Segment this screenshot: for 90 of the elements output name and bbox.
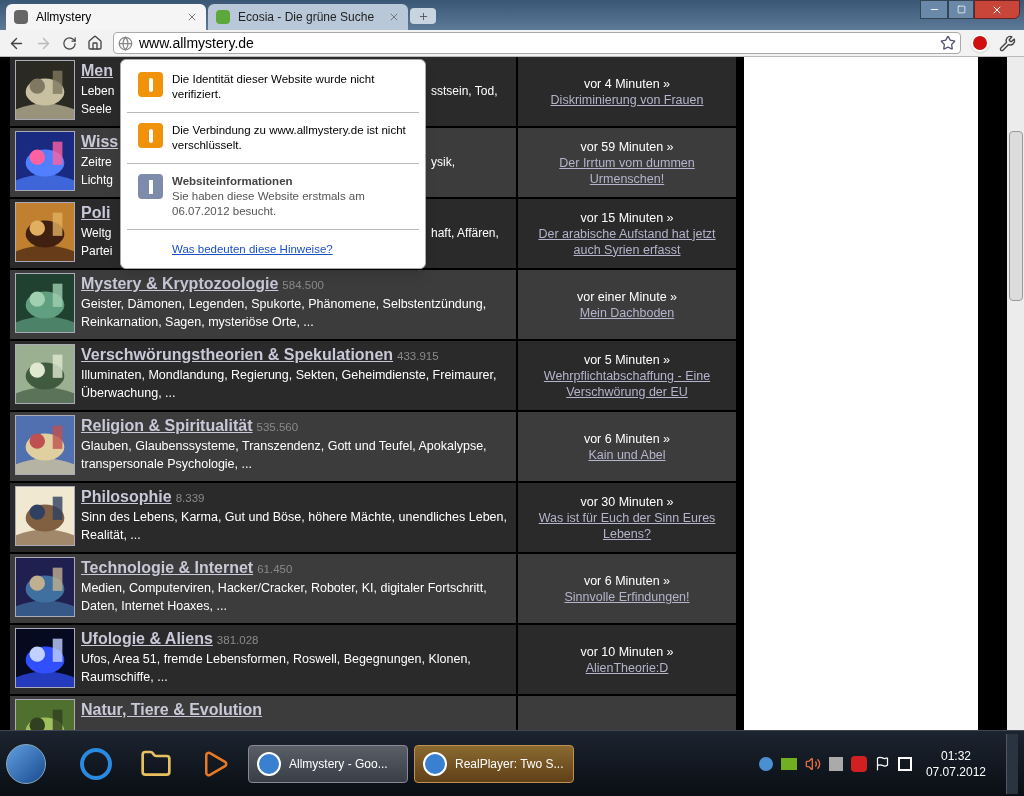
forum-title[interactable]: Philosophie (81, 486, 172, 508)
tab-favicon-icon (216, 10, 230, 24)
last-post-time: vor 30 Minuten » (580, 493, 674, 510)
last-post-time: vor 6 Minuten » (583, 572, 671, 589)
last-post-link[interactable]: Sinnvolle Erfindungen! (564, 588, 690, 605)
tray-icon[interactable] (850, 755, 867, 772)
forum-description: haft, Affären, (431, 225, 499, 242)
network-icon[interactable] (897, 756, 912, 771)
forum-description: Zeitre (81, 154, 113, 171)
last-post-time: vor 59 Minuten » (580, 138, 674, 155)
forum-title[interactable]: Mystery & Kryptozoologie (81, 273, 279, 295)
browser-tab[interactable]: Ecosia - Die grüne Suche (208, 4, 408, 30)
forum-title[interactable]: Wiss (81, 131, 119, 153)
new-tab-button[interactable] (410, 8, 436, 24)
scrollbar[interactable] (1007, 57, 1024, 730)
maximize-button[interactable] (948, 0, 974, 19)
warning-icon (138, 72, 163, 97)
post-count: 8.339 (175, 491, 205, 506)
reload-button[interactable] (62, 35, 77, 51)
forum-description: ysik, (431, 154, 455, 171)
popup-message: Die Verbindung zu www.allmystery.de ist nicht verschlüsselt. (172, 123, 407, 153)
forum-description: Lichtg (81, 172, 115, 189)
address-bar[interactable]: www.allmystery.de (113, 32, 961, 54)
forum-description: Weltg (81, 225, 113, 242)
post-count: 535.560 (256, 420, 299, 435)
forum-title[interactable]: Verschwörungstheorien & Spekulationen (81, 344, 394, 366)
forum-description: Partei (81, 243, 114, 260)
forum-description: Sinn des Lebens, Karma, Gut und Böse, höhere Mächte, unendliches Leben, Realität, ... (81, 509, 508, 544)
last-post-time: vor 15 Minuten » (580, 209, 674, 226)
forum-title[interactable]: Technologie & Internet (81, 557, 254, 579)
forum-title[interactable]: Ufologie & Aliens (81, 628, 213, 650)
tab-favicon-icon (14, 10, 28, 24)
minimize-button[interactable] (920, 0, 948, 19)
tray-icon[interactable] (780, 757, 797, 770)
last-post-link[interactable]: Der arabische Aufstand hat jetzt auch Syrien erfasst (526, 225, 728, 258)
last-post-time: vor einer Minute » (576, 288, 678, 305)
settings-icon[interactable] (999, 34, 1016, 52)
tray-icon[interactable] (828, 756, 843, 771)
tray-icon[interactable] (758, 756, 773, 771)
last-post-link[interactable]: AlienTheorie:D (585, 659, 669, 676)
last-post-link[interactable]: Kain und Abel (588, 446, 666, 463)
stop-sign-icon[interactable] (971, 34, 989, 52)
last-post-time: vor 5 Minuten » (583, 351, 671, 368)
home-button[interactable] (87, 35, 103, 51)
post-count: 584.500 (282, 278, 324, 293)
post-count: 61.450 (257, 562, 293, 577)
plus-icon (417, 10, 429, 22)
start-button[interactable] (6, 743, 46, 784)
post-count: 381.028 (216, 633, 259, 648)
clock-time: 01:32 (940, 747, 971, 764)
forum-description: Glauben, Glaubenssysteme, Transzendenz, Gott und Teufel, Apokalypse, transpersonale Psychologie, ... (81, 438, 488, 473)
maximize-icon (956, 5, 966, 14)
forum-description: Geister, Dämonen, Legenden, Spukorte, Phänomene, Selbstentzündung, Reinkarnation, Sagen, mysteriöse Orte, ... (81, 296, 488, 331)
volume-icon[interactable] (804, 755, 821, 772)
last-post-link[interactable]: Mein Dachboden (579, 304, 675, 321)
tab-title: Ecosia - Die grüne Suche (238, 9, 376, 26)
forum-title[interactable]: Men (81, 60, 113, 82)
warning-icon (138, 123, 163, 148)
clock-date: 07.07.2012 (925, 763, 986, 780)
info-title: Websiteinformationen (172, 174, 294, 189)
last-post-time: vor 4 Minuten » (583, 75, 671, 92)
forum-description: Illuminaten, Mondlandung, Regierung, Sekten, Geheimdienste, Freimaurer, Überwachung, ... (81, 367, 498, 402)
last-post-link[interactable]: Wehrpflichtabschaffung - Eine Verschwörung der EU (526, 367, 728, 400)
close-icon[interactable] (388, 11, 400, 23)
info-icon (138, 174, 163, 199)
forum-title[interactable]: Religion & Spiritualität (81, 415, 253, 437)
last-post-link[interactable]: Diskriminierung von Frauen (550, 91, 704, 108)
post-count: 433.915 (397, 349, 439, 364)
help-link[interactable]: Was bedeuten diese Hinweise? (172, 243, 333, 255)
browser-tab[interactable]: Allmystery (6, 4, 206, 30)
last-post-time: vor 6 Minuten » (583, 430, 671, 447)
forum-description: Medien, Computerviren, Hacker/Cracker, Roboter, KI, digitaler Fortschritt, Daten, Internet Hoaxes, ... (81, 580, 488, 615)
forum-description: Ufos, Area 51, fremde Lebensformen, Roswell, Begegnungen, Klonen, Raumschiffe, ... (81, 651, 472, 686)
popup-message: Die Identität dieser Website wurde nicht verifiziert. (172, 72, 376, 102)
flag-icon[interactable] (874, 756, 890, 771)
browser-icon[interactable] (80, 747, 112, 780)
forum-title[interactable]: Natur, Tiere & Evolution (81, 699, 263, 721)
tab-title: Allmystery (36, 9, 93, 26)
close-icon[interactable] (186, 11, 198, 23)
last-post-time: vor 10 Minuten » (580, 643, 674, 660)
forum-description: sstsein, Tod, (431, 83, 498, 100)
popup-message: Sie haben diese Website erstmals am 06.07.2012 besucht. (172, 189, 366, 219)
close-button[interactable] (974, 0, 1020, 19)
taskbar-window-button[interactable]: RealPlayer: Two S... (414, 744, 574, 783)
forum-description: Seele (81, 101, 113, 118)
taskbar-window-button[interactable]: Allmystery - Goo... (248, 744, 408, 783)
forum-description: Leben (81, 83, 116, 100)
last-post-link[interactable]: Der Irrtum vom dummen Urmenschen! (526, 154, 728, 187)
forum-title[interactable]: Poli (81, 202, 111, 224)
last-post-link[interactable]: Was ist für Euch der Sinn Eures Lebens? (526, 509, 728, 542)
